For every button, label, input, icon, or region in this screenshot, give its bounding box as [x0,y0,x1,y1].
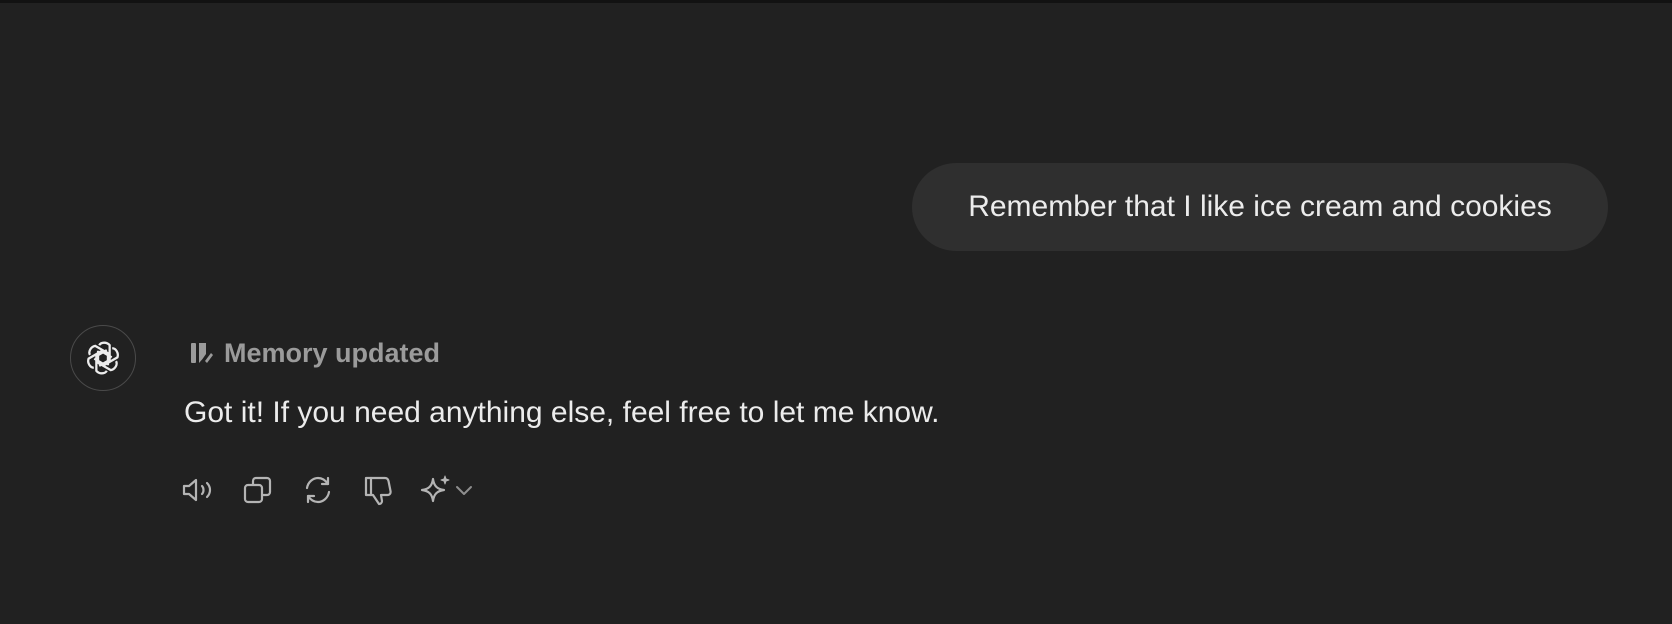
switch-model-button[interactable] [418,470,480,510]
read-aloud-button[interactable] [178,470,218,510]
memory-status-label: Memory updated [224,337,441,368]
openai-logo-icon [84,339,122,377]
bad-response-button[interactable] [358,470,398,510]
sparkle-model-icon [418,473,452,507]
chevron-down-icon [452,478,476,502]
regenerate-icon [301,473,335,507]
window-top-border [0,0,1672,3]
assistant-reply-text: Got it! If you need anything else, feel … [184,396,940,429]
regenerate-button[interactable] [298,470,338,510]
copy-button[interactable] [238,470,278,510]
speaker-read-aloud-icon [180,472,216,508]
memory-updated-indicator[interactable]: Memory updated [188,335,440,371]
copy-icon [241,473,275,507]
assistant-avatar [70,325,136,391]
user-message-text: Remember that I like ice cream and cooki… [968,190,1552,223]
thumbs-down-icon [361,473,395,507]
user-message-bubble: Remember that I like ice cream and cooki… [912,163,1608,251]
message-action-bar [178,470,500,510]
memory-bookmark-icon [188,340,214,366]
